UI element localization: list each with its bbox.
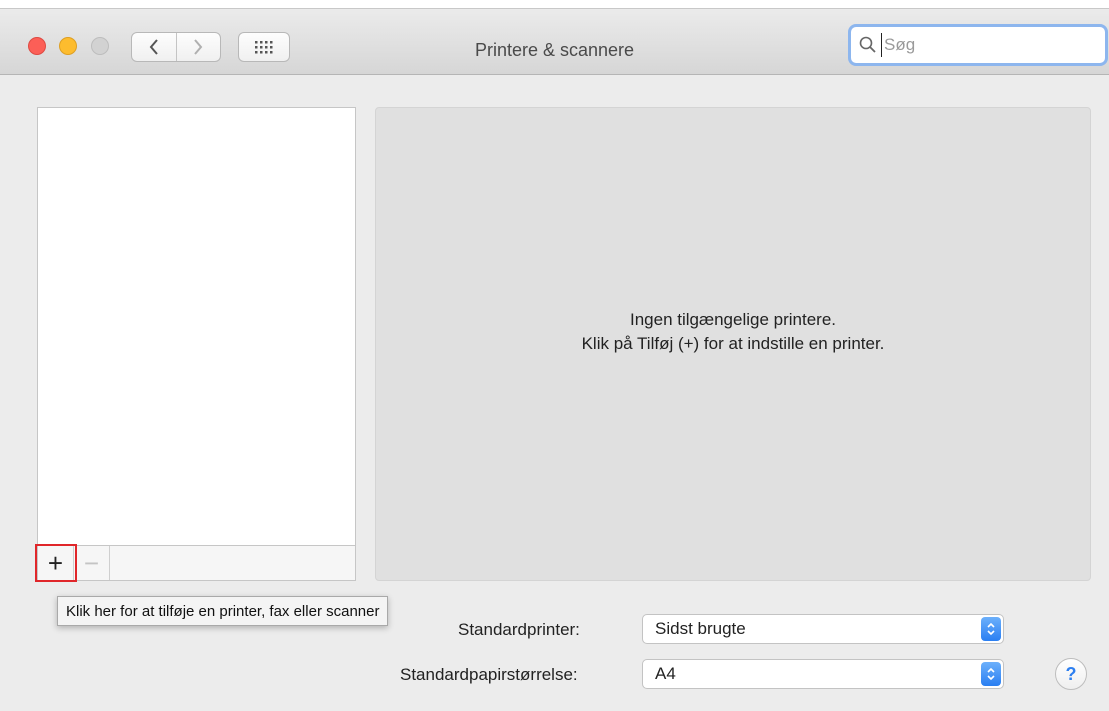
- popup-arrows-icon: [981, 617, 1001, 641]
- printer-detail-panel: Ingen tilgængelige printere. Klik på Til…: [375, 107, 1091, 581]
- default-printer-row: Standardprinter:: [458, 615, 580, 645]
- empty-state-line2: Klik på Tilføj (+) for at indstille en p…: [581, 334, 885, 353]
- printer-list[interactable]: + −: [35, 107, 356, 582]
- add-printer-tooltip: Klik her for at tilføje en printer, fax …: [57, 596, 389, 626]
- help-button[interactable]: ?: [1055, 658, 1087, 690]
- default-printer-popup[interactable]: Sidst brugte: [642, 614, 1004, 644]
- search-field[interactable]: [848, 24, 1108, 66]
- popup-arrows-icon: [981, 662, 1001, 686]
- paper-size-value: A4: [655, 664, 676, 683]
- title-bar: Printere & scannere: [0, 9, 1109, 75]
- printer-list-toolbar: + −: [35, 544, 355, 582]
- paper-size-row: Standardpapirstørrelse:: [400, 660, 578, 690]
- empty-state-message: Ingen tilgængelige printere. Klik på Til…: [376, 308, 1090, 356]
- search-icon: [859, 36, 876, 53]
- remove-printer-button[interactable]: −: [74, 546, 110, 580]
- paper-size-label: Standardpapirstørrelse:: [400, 665, 578, 684]
- paper-size-popup[interactable]: A4: [642, 659, 1004, 689]
- empty-state-line1: Ingen tilgængelige printere.: [629, 310, 837, 329]
- search-input[interactable]: [881, 33, 1086, 57]
- default-printer-value: Sidst brugte: [655, 619, 746, 638]
- default-printer-label: Standardprinter:: [458, 620, 580, 639]
- add-printer-button[interactable]: +: [38, 546, 74, 580]
